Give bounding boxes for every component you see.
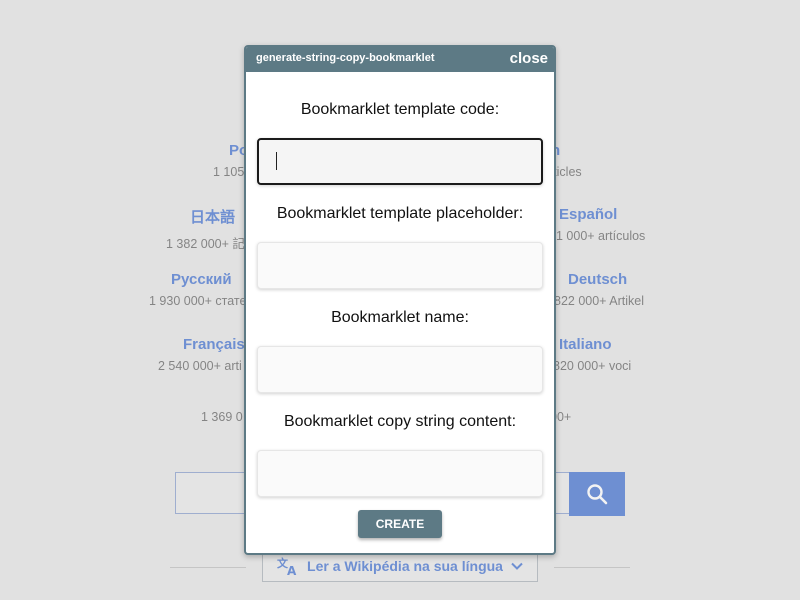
template-code-label: Bookmarklet template code: (300, 101, 500, 118)
dialog-header: generate-string-copy-bookmarklet close (246, 47, 554, 72)
create-button[interactable]: CREATE (358, 510, 442, 538)
template-placeholder-input[interactable] (257, 242, 543, 289)
copy-string-label: Bookmarklet copy string content: (283, 413, 517, 430)
bookmarklet-name-label: Bookmarklet name: (331, 309, 469, 326)
bookmarklet-dialog: generate-string-copy-bookmarklet close B… (244, 45, 556, 555)
copy-string-input[interactable] (257, 450, 543, 497)
template-code-input[interactable] (257, 138, 543, 185)
template-code-wrapper (246, 138, 554, 186)
template-placeholder-label: Bookmarklet template placeholder: (276, 205, 524, 222)
close-button[interactable]: close (510, 50, 548, 67)
bookmarklet-name-input[interactable] (257, 346, 543, 393)
dialog-title: generate-string-copy-bookmarklet (256, 52, 435, 64)
text-caret (276, 152, 277, 170)
